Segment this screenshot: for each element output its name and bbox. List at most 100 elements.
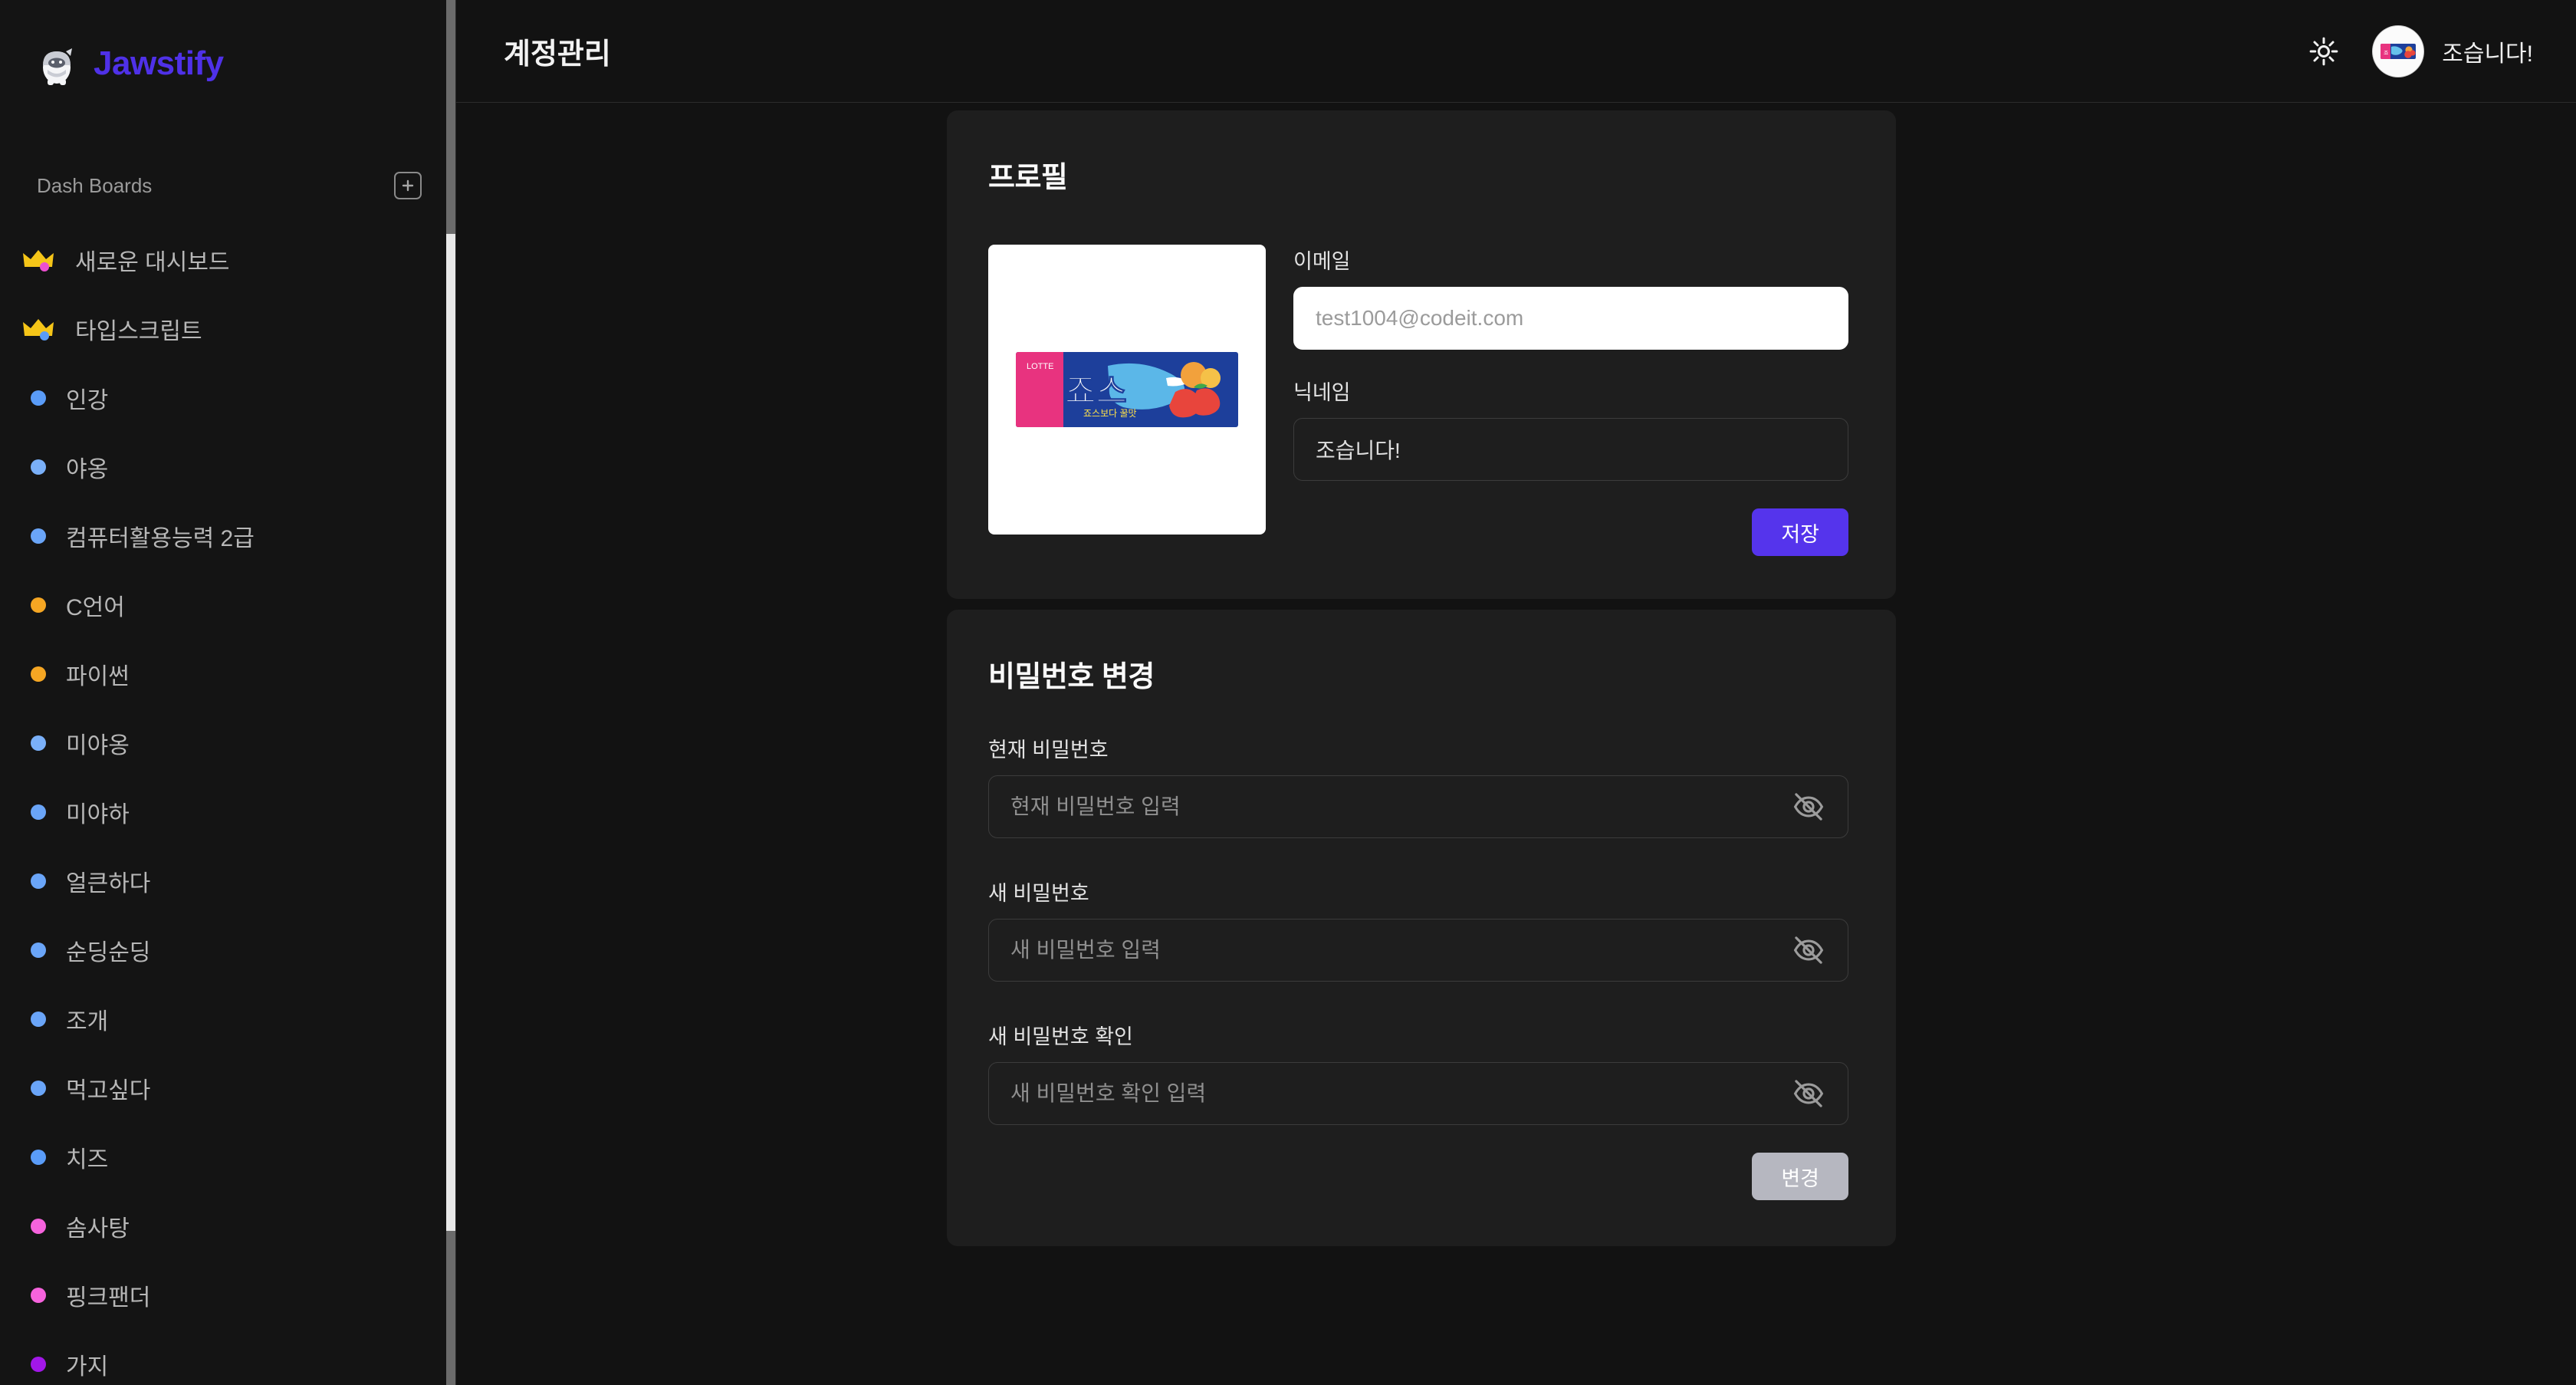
page-title: 계정관리 [504, 38, 611, 71]
sun-icon[interactable] [2302, 30, 2345, 73]
dashboards-label: Dash Boards [37, 173, 153, 197]
profile-fields: 이메일 닉네임 저장 [1293, 245, 1848, 556]
sidebar-item-label: 미야하 [66, 802, 130, 827]
nickname-label: 닉네임 [1293, 381, 1351, 404]
sidebar-item[interactable]: 컴퓨터활용능력 2급 [0, 502, 455, 571]
jaws-bar-image: 죠스 죠스보다 꿀맛 LOTTE [1016, 352, 1238, 427]
sidebar-item-label: 파이썬 [66, 664, 130, 689]
dot-icon [31, 1357, 46, 1372]
eye-off-icon[interactable] [1792, 790, 1825, 824]
svg-text:죠스보다 꿀맛: 죠스보다 꿀맛 [1083, 408, 1137, 419]
confirm-password-group: 새 비밀번호 확인 [988, 1020, 1848, 1125]
app-root: Jawstify Dash Boards 새로운 대시보드타입스크립트인강야옹컴… [0, 0, 2576, 1385]
profile-body: 죠스 죠스보다 꿀맛 LOTTE 이메일 test1004@codeit.com… [988, 245, 1848, 556]
sidebar-item[interactable]: 먹고싶다 [0, 1054, 455, 1123]
dot-icon [31, 873, 46, 889]
dot-icon [31, 528, 46, 544]
sidebar-item[interactable]: 순딩순딩 [0, 916, 455, 985]
dashboard-list[interactable]: 새로운 대시보드타입스크립트인강야옹컴퓨터활용능력 2급 C언어파이썬미야옹미야하… [0, 225, 455, 1383]
sidebar-scrollbar-thumb[interactable] [446, 234, 455, 1231]
sidebar-item[interactable]: 치즈 [0, 1123, 455, 1192]
sidebar-item[interactable]: 인강 [0, 364, 455, 433]
sidebar-item-label: 인강 [66, 388, 109, 413]
sidebar-item-label: 치즈 [66, 1147, 109, 1173]
confirm-password-label: 새 비밀번호 확인 [988, 1025, 1133, 1048]
sidebar-item-label: 타입스크립트 [75, 319, 202, 344]
sidebar-item[interactable]: 타입스크립트 [0, 294, 455, 364]
eye-off-icon[interactable] [1792, 1077, 1825, 1110]
dot-icon [31, 597, 46, 613]
dot-icon [31, 1012, 46, 1027]
email-input[interactable] [1293, 287, 1848, 350]
sidebar-item-label: 핑크팬더 [66, 1285, 151, 1311]
profile-card: 프로필 죠스 죠스보다 꿀맛 LOTTE 이메일 test1004@codeit… [947, 110, 1896, 599]
current-password-group: 현재 비밀번호 [988, 733, 1848, 838]
shark-mascot-icon [37, 42, 77, 85]
dot-icon [31, 1081, 46, 1096]
dot-icon [31, 390, 46, 406]
sidebar-item[interactable]: 미야옹 [0, 709, 455, 778]
profile-image[interactable]: 죠스 죠스보다 꿀맛 LOTTE [988, 245, 1266, 535]
sidebar-item[interactable]: C언어 [0, 571, 455, 640]
sidebar-item-label: 미야옹 [66, 733, 130, 758]
profile-card-title: 프로필 [988, 162, 1068, 194]
sidebar-item-label: 새로운 대시보드 [75, 250, 230, 275]
sidebar-item[interactable]: 가지 [0, 1330, 455, 1383]
password-card: 비밀번호 변경 현재 비밀번호 현재 비밀번호 입력 새 비밀번호 새 비밀번호… [947, 610, 1896, 1246]
svg-text:죠: 죠 [2384, 50, 2389, 56]
sidebar-item-label: 컴퓨터활용능력 2급 [66, 526, 255, 551]
dot-icon [31, 943, 46, 958]
dot-icon [31, 804, 46, 820]
sidebar-item[interactable]: 야옹 [0, 433, 455, 502]
svg-text:죠스: 죠스 [1065, 373, 1127, 410]
brand-name: Jawstify [94, 44, 224, 82]
avatar: 죠 [2373, 25, 2424, 77]
plus-square-icon[interactable] [394, 172, 422, 199]
new-password-group: 새 비밀번호 [988, 877, 1848, 982]
sidebar-item[interactable]: 미야하 [0, 778, 455, 847]
sidebar-item[interactable]: 조개 [0, 985, 455, 1054]
sidebar-item[interactable]: 파이썬 [0, 640, 455, 709]
sidebar-item[interactable]: 솜사탕 [0, 1192, 455, 1261]
profile-actions: 저장 [1293, 508, 1848, 556]
sidebar-item-label: 조개 [66, 1009, 109, 1035]
save-button[interactable]: 저장 [1752, 508, 1848, 556]
eye-off-icon[interactable] [1792, 933, 1825, 967]
dot-icon [31, 666, 46, 682]
sidebar-item-label: C언어 [66, 595, 125, 620]
new-password-label: 새 비밀번호 [988, 882, 1089, 905]
dot-icon [31, 1150, 46, 1165]
password-card-title: 비밀번호 변경 [988, 661, 1155, 693]
sidebar-item-label: 먹고싶다 [66, 1078, 151, 1104]
dot-icon [31, 1219, 46, 1234]
sidebar-item[interactable]: 새로운 대시보드 [0, 225, 455, 294]
dot-icon [31, 459, 46, 475]
brand[interactable]: Jawstify [0, 0, 455, 100]
sidebar-item-label: 야옹 [66, 457, 109, 482]
email-label: 이메일 [1293, 250, 1351, 273]
change-password-button[interactable]: 변경 [1752, 1153, 1848, 1200]
confirm-password-input[interactable] [988, 1062, 1848, 1125]
sidebar-item[interactable]: 핑크팬더 [0, 1261, 455, 1330]
nickname-input[interactable] [1293, 418, 1848, 481]
password-actions: 변경 [988, 1153, 1848, 1200]
sidebar-item-label: 솜사탕 [66, 1216, 130, 1242]
sidebar: Jawstify Dash Boards 새로운 대시보드타입스크립트인강야옹컴… [0, 0, 456, 1385]
svg-text:LOTTE: LOTTE [1027, 362, 1053, 371]
sidebar-item-label: 순딩순딩 [66, 940, 151, 966]
sidebar-item-label: 얼큰하다 [66, 871, 151, 896]
crown-icon [21, 316, 55, 342]
username-label: 조습니다! [2442, 41, 2533, 67]
current-password-label: 현재 비밀번호 [988, 739, 1109, 762]
main-area: 계정관리 죠 조습니다! 프로필 죠스 죠스보다 꿀맛 LOTTE 이메일 te… [456, 0, 2576, 1385]
dashboards-header: Dash Boards [0, 163, 455, 209]
sidebar-item[interactable]: 얼큰하다 [0, 847, 455, 916]
topbar-actions: 죠 조습니다! [2302, 25, 2533, 77]
topbar: 계정관리 죠 조습니다! [456, 0, 2576, 103]
new-password-input[interactable] [988, 919, 1848, 982]
jaws-bar-avatar: 죠 [2380, 43, 2417, 59]
user-chip[interactable]: 죠 조습니다! [2373, 25, 2533, 77]
content-area: 프로필 죠스 죠스보다 꿀맛 LOTTE 이메일 test1004@codeit… [456, 110, 2576, 1246]
current-password-input[interactable] [988, 775, 1848, 838]
crown-icon [21, 247, 55, 273]
